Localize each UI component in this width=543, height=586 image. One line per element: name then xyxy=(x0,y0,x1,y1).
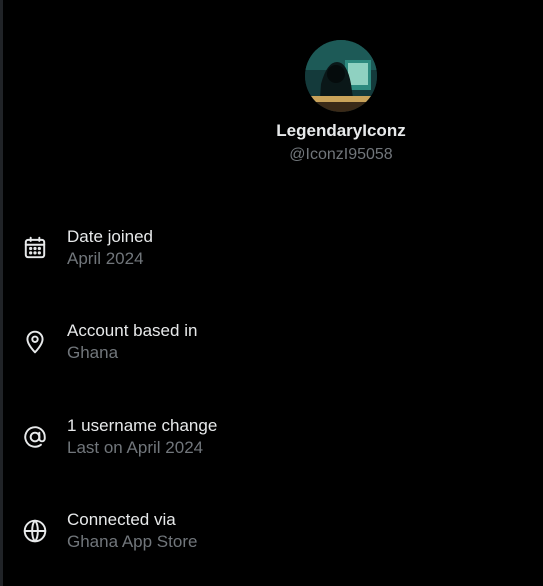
display-name: LegendaryIconz xyxy=(276,121,406,140)
detail-value: April 2024 xyxy=(67,249,144,268)
detail-label: Account based in xyxy=(67,321,198,340)
detail-label: 1 username change xyxy=(67,416,218,435)
at-sign-icon xyxy=(22,424,48,450)
detail-label: Connected via xyxy=(67,510,176,529)
detail-row-username-changes: 1 username change Last on April 2024 xyxy=(22,416,502,460)
detail-label: Date joined xyxy=(67,227,154,246)
detail-row-connected-via: Connected via Ghana App Store xyxy=(22,510,502,554)
detail-value: Ghana xyxy=(67,343,119,362)
location-pin-icon xyxy=(22,329,48,355)
detail-value: Last on April 2024 xyxy=(67,438,204,457)
profile-header: LegendaryIconz @IconzI95058 xyxy=(238,40,444,165)
detail-value: Ghana App Store xyxy=(67,532,198,551)
detail-row-date-joined: Date joined April 2024 xyxy=(22,227,502,271)
detail-row-account-based-in: Account based in Ghana xyxy=(22,321,502,365)
avatar[interactable] xyxy=(305,40,377,112)
username-handle: @IconzI95058 xyxy=(289,146,393,163)
panel-divider xyxy=(0,0,3,586)
globe-icon xyxy=(22,518,48,544)
calendar-icon xyxy=(22,235,48,261)
